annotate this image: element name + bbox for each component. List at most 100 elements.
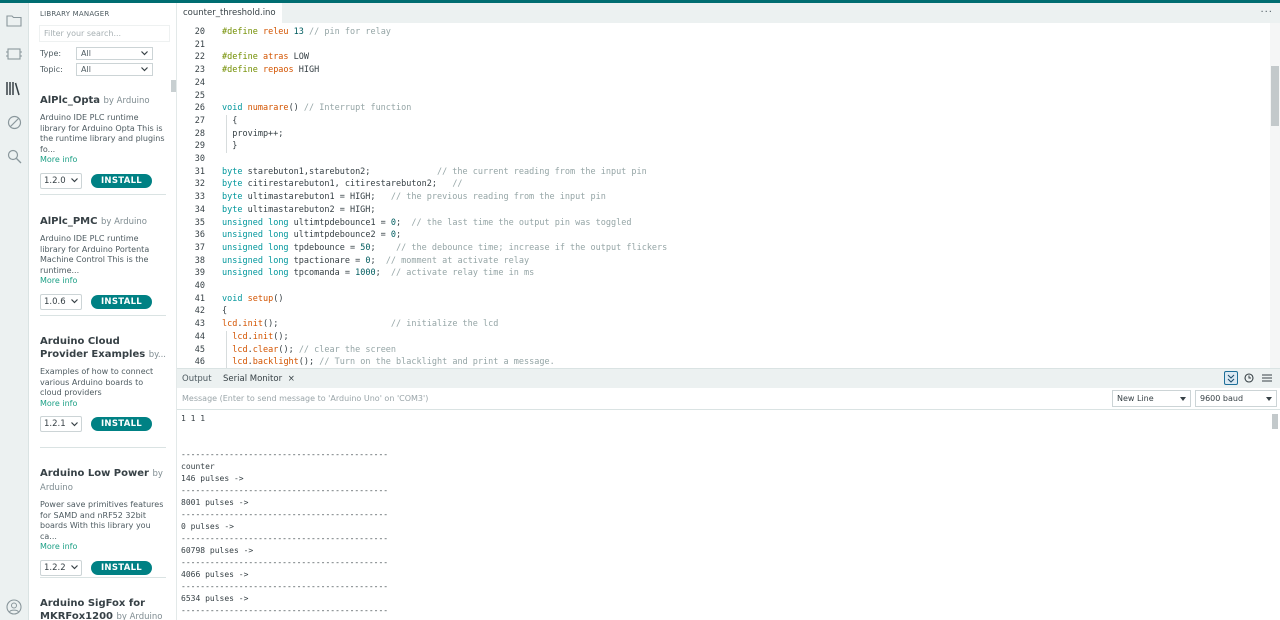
serial-line: 0 pulses ->: [181, 522, 234, 531]
serial-line: 8001 pulses ->: [181, 498, 249, 507]
tab-serial-monitor[interactable]: Serial Monitor ×: [223, 369, 295, 389]
library-item-description: Arduino IDE PLC runtime library for Ardu…: [40, 113, 165, 154]
serial-line: ----------------------------------------…: [181, 450, 389, 459]
code-text: {: [222, 115, 238, 126]
version-select[interactable]: 1.2.0: [40, 172, 82, 189]
library-item-title: AlPlc_Opta: [40, 95, 101, 106]
install-button[interactable]: INSTALL: [91, 294, 152, 309]
line-number: 46: [194, 357, 205, 368]
line-number: 31: [194, 166, 205, 177]
library-item-author: by Arduino: [100, 217, 147, 227]
line-number: 29: [194, 141, 205, 152]
version-select[interactable]: 1.2.1: [40, 416, 82, 432]
line-ending-value: New Line: [1117, 394, 1154, 403]
code-text: }: [222, 141, 238, 152]
autoscroll-toggle-icon[interactable]: [1224, 371, 1238, 385]
code-text: byte citirestarebuton1, citirestarebuton…: [222, 179, 463, 190]
library-item-title: Arduino Low Power: [40, 468, 149, 479]
library-more-info-link[interactable]: More info: [40, 155, 166, 166]
library-more-info-link[interactable]: More info: [40, 399, 166, 410]
chevron-down-icon: [71, 565, 78, 570]
library-item-author: by Arduino: [116, 612, 163, 620]
tab-counter-threshold[interactable]: counter_threshold.ino: [177, 3, 282, 23]
line-number: 26: [194, 103, 205, 114]
library-item-name: Arduino Low Power by Arduino: [40, 467, 166, 495]
type-filter-select[interactable]: All: [76, 46, 153, 60]
line-number: 32: [194, 179, 205, 190]
serial-message-row: Message (Enter to send message to 'Ardui…: [177, 388, 1280, 410]
install-button[interactable]: INSTALL: [91, 560, 152, 575]
close-icon[interactable]: ×: [288, 374, 295, 384]
library-item: Arduino Low Power by Arduino Power save …: [40, 467, 166, 576]
library-item-actions: 1.2.2 INSTALL: [40, 559, 166, 576]
tab-serial-monitor-label: Serial Monitor: [223, 374, 283, 384]
type-filter-value: All: [81, 48, 91, 58]
search-icon[interactable]: [5, 147, 23, 165]
version-value: 1.0.6: [44, 296, 66, 307]
baud-rate-select[interactable]: 9600 baud: [1195, 390, 1277, 407]
serial-line: 6534 pulses ->: [181, 594, 249, 603]
library-item-name: Arduino SigFox for MKRFox1200 by Arduino: [40, 597, 166, 620]
library-more-info-link[interactable]: More info: [40, 542, 166, 553]
code-text: unsigned long tpcomanda = 1000; // activ…: [222, 268, 535, 279]
serial-scrollbar[interactable]: [1270, 411, 1280, 620]
line-number: 43: [194, 319, 205, 330]
tab-output[interactable]: Output: [182, 369, 212, 389]
library-manager-icon[interactable]: [5, 79, 23, 97]
line-number: 35: [194, 217, 205, 228]
version-select[interactable]: 1.2.2: [40, 559, 82, 576]
editor-scrollbar-thumb[interactable]: [1271, 66, 1279, 126]
serial-line: ----------------------------------------…: [181, 606, 389, 615]
line-number: 36: [194, 230, 205, 241]
library-item-actions: 1.2.1 INSTALL: [40, 416, 166, 432]
line-number: 40: [194, 281, 205, 291]
library-item: Arduino Cloud Provider Examples by... Ex…: [40, 335, 166, 432]
line-number: 38: [194, 255, 205, 266]
library-item-name: Arduino Cloud Provider Examples by...: [40, 335, 166, 362]
topic-filter-value: All: [81, 64, 91, 74]
topic-filter-select[interactable]: All: [76, 62, 153, 76]
version-select[interactable]: 1.0.6: [40, 293, 82, 310]
more-tabs-icon[interactable]: ···: [1260, 7, 1273, 18]
line-number: 28: [194, 128, 205, 139]
line-ending-select[interactable]: New Line: [1112, 390, 1191, 407]
clear-output-icon[interactable]: [1260, 371, 1274, 385]
code-text: lcd.backlight(); // Turn on the blacklig…: [232, 357, 555, 368]
debug-icon[interactable]: [5, 113, 23, 131]
chevron-down-icon: [141, 66, 148, 71]
line-number: 34: [194, 204, 205, 215]
library-item-name: AlPlc_PMC by Arduino: [40, 215, 166, 229]
library-item-divider: [40, 447, 166, 448]
serial-message-input[interactable]: Message (Enter to send message to 'Ardui…: [180, 390, 1110, 407]
code-text: byte ultimastarebuton2 = HIGH;: [222, 204, 376, 215]
library-more-info-link[interactable]: More info: [40, 276, 166, 287]
library-scrollbar-thumb[interactable]: [171, 80, 176, 92]
output-toolbar: [1224, 371, 1274, 385]
library-item: AlPlc_Opta by Arduino Arduino IDE PLC ru…: [40, 94, 166, 189]
library-item-author: by Arduino: [103, 96, 150, 106]
boards-manager-icon[interactable]: [5, 45, 23, 63]
library-manager-title: LIBRARY MANAGER: [40, 10, 110, 18]
install-button[interactable]: INSTALL: [91, 173, 152, 188]
serial-monitor-output: 1 1 1 -----------------------------------…: [177, 411, 1270, 620]
line-number: 41: [194, 293, 205, 304]
library-search-input[interactable]: Filter your search...: [39, 25, 170, 42]
account-icon[interactable]: [5, 598, 23, 616]
serial-scrollbar-thumb[interactable]: [1272, 414, 1278, 429]
activity-bar: [0, 3, 29, 620]
chevron-down-icon: [141, 50, 148, 55]
library-manager-panel: LIBRARY MANAGER Filter your search... Ty…: [29, 3, 177, 620]
timestamp-toggle-icon[interactable]: [1242, 371, 1256, 385]
code-text: lcd.clear(); // clear the screen: [232, 344, 397, 355]
editor-scrollbar[interactable]: [1270, 23, 1280, 368]
serial-line: 146 pulses ->: [181, 474, 244, 483]
code-text: #define atras LOW: [222, 52, 310, 63]
sketchbook-folder-icon[interactable]: [5, 11, 23, 29]
code-text: lcd.init();: [232, 331, 289, 342]
line-number: 22: [194, 52, 205, 63]
code-editor[interactable]: 20 #define releu 13 // pin for relay 21 22 #…: [177, 23, 1270, 368]
install-button[interactable]: INSTALL: [91, 417, 152, 431]
version-value: 1.2.2: [44, 562, 66, 573]
output-panel-header: Output Serial Monitor ×: [177, 368, 1280, 388]
serial-line: ----------------------------------------…: [181, 582, 389, 591]
